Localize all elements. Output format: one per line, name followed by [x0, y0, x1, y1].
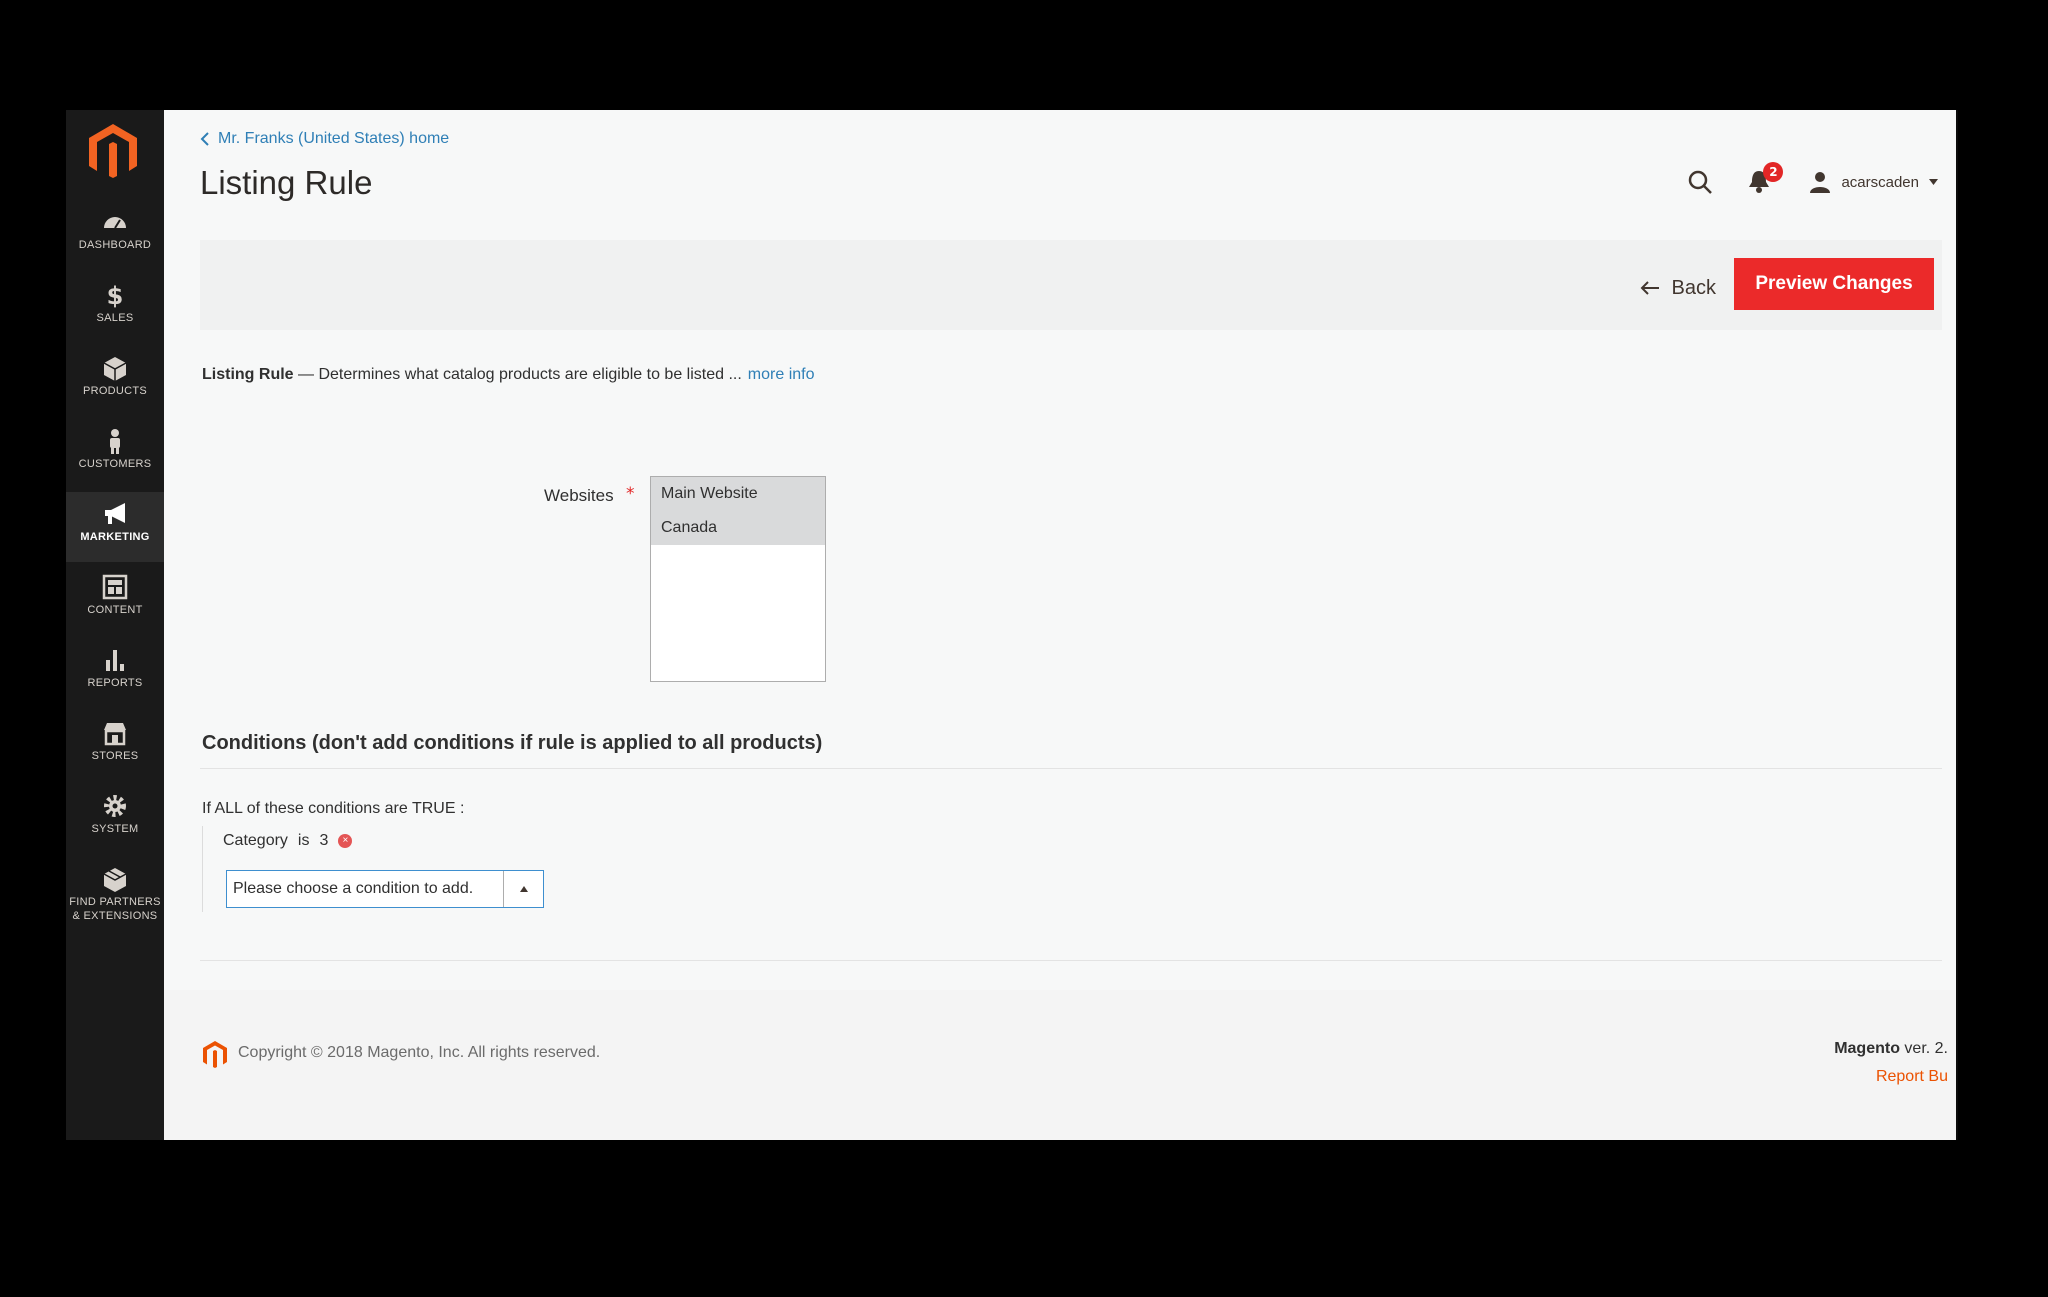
version-number: ver. 2.: [1904, 1040, 1948, 1057]
website-option[interactable]: Main Website: [651, 477, 825, 511]
menu-item-reports[interactable]: REPORTS: [66, 638, 164, 708]
description-title: Listing Rule: [202, 366, 294, 383]
notification-count-badge: 2: [1763, 162, 1784, 182]
menu-label: STORES: [91, 750, 139, 762]
dollar-icon: $: [107, 282, 124, 309]
menu-label-line2: & EXTENSIONS: [72, 910, 158, 922]
person-icon: [110, 429, 120, 454]
intro-mid: of these conditions are: [246, 800, 408, 817]
preview-changes-button[interactable]: Preview Changes: [1734, 258, 1934, 310]
page-title: Listing Rule: [200, 164, 373, 201]
aggregator-toggle[interactable]: ALL: [214, 800, 242, 817]
back-button-label: Back: [1671, 276, 1716, 299]
condition-row: Category is 3 ×: [223, 832, 353, 850]
arrow-left-icon: [1640, 281, 1659, 295]
svg-text:$: $: [107, 282, 124, 309]
magento-logo-icon[interactable]: [87, 122, 139, 178]
condition-value[interactable]: 3: [319, 832, 328, 850]
add-condition-placeholder: Please choose a condition to add.: [233, 880, 474, 897]
chevron-left-icon: [200, 132, 209, 146]
conditions-tree-line: [202, 826, 203, 912]
more-info-link[interactable]: more info: [748, 366, 815, 383]
menu-label: DASHBOARD: [78, 239, 152, 251]
admin-sidebar: DASHBOARD $ SALES PRODUCTS CUSTOMERS MAR…: [66, 110, 164, 1140]
username: acarscaden: [1841, 173, 1919, 191]
conditions-intro: If ALL of these conditions are TRUE :: [202, 800, 464, 818]
box-icon: [103, 868, 127, 892]
menu-item-dashboard[interactable]: DASHBOARD: [66, 200, 164, 270]
copyright-text: Copyright © 2018 Magento, Inc. All right…: [238, 1044, 601, 1061]
menu-label: SYSTEM: [91, 823, 139, 835]
value-toggle[interactable]: TRUE: [412, 800, 456, 817]
remove-condition-icon[interactable]: ×: [338, 834, 353, 848]
megaphone-icon: [105, 503, 125, 524]
version-brand: Magento: [1834, 1040, 1900, 1057]
menu-label: FIND PARTNERS: [69, 896, 161, 908]
websites-label: Websites: [544, 486, 614, 505]
description-text: Determines what catalog products are eli…: [318, 366, 742, 383]
intro-prefix: If: [202, 800, 211, 817]
select-arrow-icon[interactable]: [503, 871, 543, 907]
section-divider: [200, 960, 1942, 961]
header-actions: 2 acarscaden: [1687, 162, 1938, 196]
main-content: Mr. Franks (United States) home Listing …: [164, 110, 1956, 1140]
magento-footer-logo-icon: [203, 1041, 227, 1068]
menu-item-find-partners[interactable]: FIND PARTNERS & EXTENSIONS: [66, 857, 164, 941]
intro-suffix: :: [459, 800, 465, 817]
section-divider: [200, 768, 1942, 769]
layout-icon: [102, 574, 128, 600]
menu-item-customers[interactable]: CUSTOMERS: [66, 419, 164, 489]
menu-item-system[interactable]: SYSTEM: [66, 784, 164, 854]
website-option[interactable]: Canada: [651, 511, 825, 545]
caret-down-icon: [1929, 179, 1938, 185]
back-button[interactable]: Back: [1640, 264, 1716, 312]
page-actions-bar: Back Preview Changes: [200, 240, 1942, 330]
search-icon[interactable]: [1687, 169, 1713, 195]
menu-label: REPORTS: [87, 677, 143, 689]
breadcrumb-back-link[interactable]: Mr. Franks (United States) home: [200, 130, 449, 148]
report-bugs-link[interactable]: Report Bu: [1876, 1068, 1948, 1086]
dashboard-icon: [104, 217, 126, 229]
menu-label: CUSTOMERS: [78, 458, 152, 470]
storefront-icon: [104, 723, 126, 746]
menu-label: SALES: [96, 312, 134, 324]
version-text: Magento ver. 2.: [1834, 1040, 1948, 1058]
description-separator: —: [293, 366, 319, 383]
user-icon: [1810, 172, 1831, 193]
menu-item-sales[interactable]: $ SALES: [66, 273, 164, 343]
menu-item-marketing[interactable]: MARKETING: [66, 492, 164, 562]
menu-item-content[interactable]: CONTENT: [66, 565, 164, 635]
menu-label: PRODUCTS: [82, 385, 148, 397]
add-condition-select[interactable]: Please choose a condition to add.: [226, 870, 544, 908]
breadcrumb-text: Mr. Franks (United States) home: [218, 130, 450, 147]
menu-label: CONTENT: [87, 604, 143, 616]
menu-item-products[interactable]: PRODUCTS: [66, 346, 164, 416]
menu-item-stores[interactable]: STORES: [66, 711, 164, 781]
websites-multiselect[interactable]: Main Website Canada: [650, 476, 826, 682]
cube-icon: [103, 357, 127, 381]
page-footer: [164, 990, 1956, 1140]
menu-label: MARKETING: [80, 531, 150, 543]
notifications-button[interactable]: 2: [1747, 162, 1784, 196]
condition-operator[interactable]: is: [298, 832, 310, 850]
gear-icon: [104, 795, 126, 817]
user-account-menu[interactable]: acarscaden: [1809, 171, 1938, 193]
bar-chart-icon: [106, 650, 124, 671]
required-marker: *: [626, 484, 635, 504]
conditions-section-title: Conditions (don't add conditions if rule…: [202, 732, 823, 754]
rule-description: Listing Rule — Determines what catalog p…: [202, 366, 815, 384]
condition-attribute: Category: [223, 832, 288, 849]
